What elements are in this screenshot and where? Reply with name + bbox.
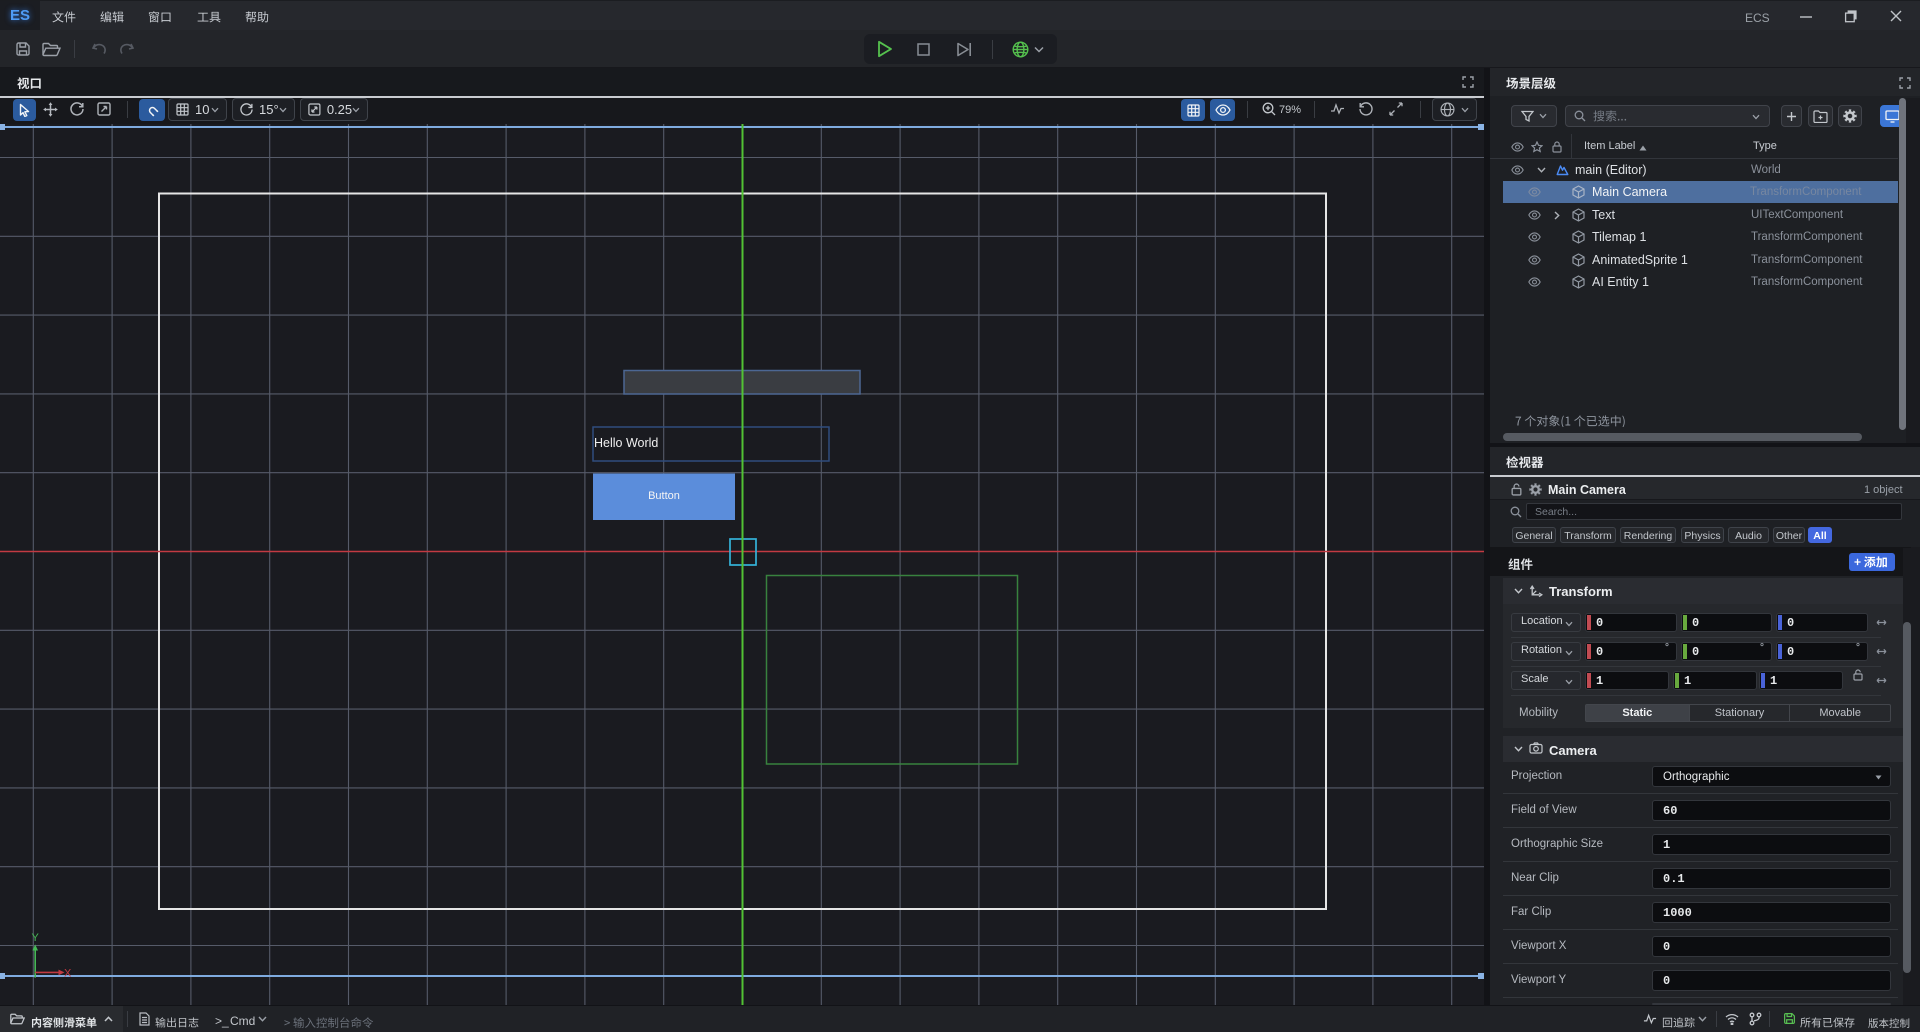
svg-text:Button: Button — [648, 490, 680, 502]
svg-text:Hello World: Hello World — [594, 436, 658, 450]
svg-text:X: X — [64, 968, 72, 980]
svg-text:Y: Y — [32, 932, 40, 944]
